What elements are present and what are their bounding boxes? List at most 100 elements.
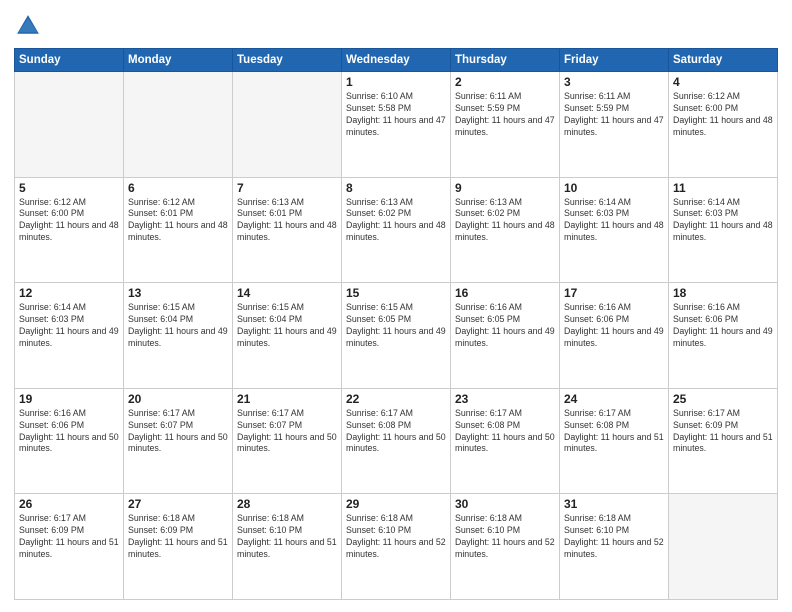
col-header-thursday: Thursday [451, 49, 560, 72]
day-number: 19 [19, 392, 119, 406]
day-number: 21 [237, 392, 337, 406]
week-row-2: 12 Sunrise: 6:14 AMSunset: 6:03 PMDayligh… [15, 283, 778, 389]
day-info: Sunrise: 6:14 AMSunset: 6:03 PMDaylight:… [673, 197, 773, 245]
day-number: 8 [346, 181, 446, 195]
day-cell: 20 Sunrise: 6:17 AMSunset: 6:07 PMDayligh… [124, 388, 233, 494]
day-info: Sunrise: 6:16 AMSunset: 6:06 PMDaylight:… [564, 302, 664, 350]
day-info: Sunrise: 6:17 AMSunset: 6:07 PMDaylight:… [128, 408, 228, 456]
day-info: Sunrise: 6:17 AMSunset: 6:08 PMDaylight:… [455, 408, 555, 456]
day-cell: 28Sunrise: 6:18 AMSunset: 6:10 PMDayligh… [233, 494, 342, 600]
day-number: 6 [128, 181, 228, 195]
col-header-wednesday: Wednesday [342, 49, 451, 72]
day-number: 22 [346, 392, 446, 406]
calendar: SundayMondayTuesdayWednesdayThursdayFrid… [14, 48, 778, 600]
day-number: 15 [346, 286, 446, 300]
day-info: Sunrise: 6:17 AMSunset: 6:08 PMDaylight:… [346, 408, 446, 456]
day-cell: 19 Sunrise: 6:16 AMSunset: 6:06 PMDayligh… [15, 388, 124, 494]
header [14, 12, 778, 40]
day-cell: 23 Sunrise: 6:17 AMSunset: 6:08 PMDayligh… [451, 388, 560, 494]
day-info: Sunrise: 6:18 AMSunset: 6:10 PMDaylight:… [455, 513, 555, 561]
day-number: 31 [564, 497, 664, 511]
day-info: Sunrise: 6:12 AMSunset: 6:00 PMDaylight:… [19, 197, 119, 245]
day-cell: 25 Sunrise: 6:17 AMSunset: 6:09 PMDayligh… [669, 388, 778, 494]
day-number: 13 [128, 286, 228, 300]
day-info: Sunrise: 6:16 AMSunset: 6:05 PMDaylight:… [455, 302, 555, 350]
day-number: 7 [237, 181, 337, 195]
day-info: Sunrise: 6:14 AMSunset: 6:03 PMDaylight:… [564, 197, 664, 245]
day-number: 30 [455, 497, 555, 511]
week-row-4: 26 Sunrise: 6:17 AMSunset: 6:09 PMDayligh… [15, 494, 778, 600]
day-cell: 13 Sunrise: 6:15 AMSunset: 6:04 PMDayligh… [124, 283, 233, 389]
day-info: Sunrise: 6:11 AMSunset: 5:59 PMDaylight:… [564, 91, 664, 139]
day-cell: 18Sunrise: 6:16 AMSunset: 6:06 PMDayligh… [669, 283, 778, 389]
day-info: Sunrise: 6:15 AMSunset: 6:04 PMDaylight:… [237, 302, 337, 350]
day-cell: 10Sunrise: 6:14 AMSunset: 6:03 PMDayligh… [560, 177, 669, 283]
day-cell: 8 Sunrise: 6:13 AMSunset: 6:02 PMDaylight… [342, 177, 451, 283]
day-info: Sunrise: 6:17 AMSunset: 6:09 PMDaylight:… [19, 513, 119, 561]
day-cell: 15 Sunrise: 6:15 AMSunset: 6:05 PMDayligh… [342, 283, 451, 389]
day-cell: 30 Sunrise: 6:18 AMSunset: 6:10 PMDayligh… [451, 494, 560, 600]
day-info: Sunrise: 6:11 AMSunset: 5:59 PMDaylight:… [455, 91, 555, 139]
day-info: Sunrise: 6:13 AMSunset: 6:01 PMDaylight:… [237, 197, 337, 245]
day-number: 24 [564, 392, 664, 406]
week-row-3: 19 Sunrise: 6:16 AMSunset: 6:06 PMDayligh… [15, 388, 778, 494]
day-info: Sunrise: 6:17 AMSunset: 6:07 PMDaylight:… [237, 408, 337, 456]
day-info: Sunrise: 6:14 AMSunset: 6:03 PMDaylight:… [19, 302, 119, 350]
day-number: 27 [128, 497, 228, 511]
week-row-1: 5 Sunrise: 6:12 AMSunset: 6:00 PMDaylight… [15, 177, 778, 283]
day-info: Sunrise: 6:13 AMSunset: 6:02 PMDaylight:… [455, 197, 555, 245]
day-cell: 12 Sunrise: 6:14 AMSunset: 6:03 PMDayligh… [15, 283, 124, 389]
day-number: 5 [19, 181, 119, 195]
week-row-0: 1 Sunrise: 6:10 AMSunset: 5:58 PMDaylight… [15, 72, 778, 178]
day-cell: 7 Sunrise: 6:13 AMSunset: 6:01 PMDaylight… [233, 177, 342, 283]
day-info: Sunrise: 6:17 AMSunset: 6:08 PMDaylight:… [564, 408, 664, 456]
day-info: Sunrise: 6:16 AMSunset: 6:06 PMDaylight:… [673, 302, 773, 350]
day-number: 1 [346, 75, 446, 89]
day-cell: 21 Sunrise: 6:17 AMSunset: 6:07 PMDayligh… [233, 388, 342, 494]
day-cell: 4Sunrise: 6:12 AMSunset: 6:00 PMDaylight… [669, 72, 778, 178]
page: SundayMondayTuesdayWednesdayThursdayFrid… [0, 0, 792, 612]
day-info: Sunrise: 6:18 AMSunset: 6:10 PMDaylight:… [346, 513, 446, 561]
day-number: 12 [19, 286, 119, 300]
day-cell: 2 Sunrise: 6:11 AMSunset: 5:59 PMDaylight… [451, 72, 560, 178]
day-cell: 26 Sunrise: 6:17 AMSunset: 6:09 PMDayligh… [15, 494, 124, 600]
day-info: Sunrise: 6:18 AMSunset: 6:10 PMDaylight:… [564, 513, 664, 561]
day-cell: 27 Sunrise: 6:18 AMSunset: 6:09 PMDayligh… [124, 494, 233, 600]
day-number: 16 [455, 286, 555, 300]
day-number: 20 [128, 392, 228, 406]
day-cell: 29 Sunrise: 6:18 AMSunset: 6:10 PMDayligh… [342, 494, 451, 600]
day-cell [233, 72, 342, 178]
day-cell: 24 Sunrise: 6:17 AMSunset: 6:08 PMDayligh… [560, 388, 669, 494]
day-info: Sunrise: 6:10 AMSunset: 5:58 PMDaylight:… [346, 91, 446, 139]
day-cell: 3 Sunrise: 6:11 AMSunset: 5:59 PMDaylight… [560, 72, 669, 178]
day-info: Sunrise: 6:16 AMSunset: 6:06 PMDaylight:… [19, 408, 119, 456]
day-info: Sunrise: 6:12 AMSunset: 6:00 PMDaylight:… [673, 91, 773, 139]
calendar-header-row: SundayMondayTuesdayWednesdayThursdayFrid… [15, 49, 778, 72]
col-header-friday: Friday [560, 49, 669, 72]
day-number: 23 [455, 392, 555, 406]
day-cell: 17 Sunrise: 6:16 AMSunset: 6:06 PMDayligh… [560, 283, 669, 389]
day-number: 26 [19, 497, 119, 511]
day-number: 17 [564, 286, 664, 300]
day-number: 9 [455, 181, 555, 195]
day-cell: 1 Sunrise: 6:10 AMSunset: 5:58 PMDaylight… [342, 72, 451, 178]
day-info: Sunrise: 6:17 AMSunset: 6:09 PMDaylight:… [673, 408, 773, 456]
day-number: 14 [237, 286, 337, 300]
col-header-tuesday: Tuesday [233, 49, 342, 72]
day-number: 3 [564, 75, 664, 89]
day-cell: 22 Sunrise: 6:17 AMSunset: 6:08 PMDayligh… [342, 388, 451, 494]
day-number: 25 [673, 392, 773, 406]
day-cell [669, 494, 778, 600]
day-info: Sunrise: 6:18 AMSunset: 6:09 PMDaylight:… [128, 513, 228, 561]
day-number: 29 [346, 497, 446, 511]
day-cell: 31 Sunrise: 6:18 AMSunset: 6:10 PMDayligh… [560, 494, 669, 600]
day-number: 11 [673, 181, 773, 195]
day-info: Sunrise: 6:15 AMSunset: 6:05 PMDaylight:… [346, 302, 446, 350]
day-cell: 11 Sunrise: 6:14 AMSunset: 6:03 PMDayligh… [669, 177, 778, 283]
day-info: Sunrise: 6:18 AMSunset: 6:10 PMDaylight:… [237, 513, 337, 561]
day-number: 2 [455, 75, 555, 89]
day-cell: 16 Sunrise: 6:16 AMSunset: 6:05 PMDayligh… [451, 283, 560, 389]
day-info: Sunrise: 6:12 AMSunset: 6:01 PMDaylight:… [128, 197, 228, 245]
day-info: Sunrise: 6:13 AMSunset: 6:02 PMDaylight:… [346, 197, 446, 245]
day-info: Sunrise: 6:15 AMSunset: 6:04 PMDaylight:… [128, 302, 228, 350]
